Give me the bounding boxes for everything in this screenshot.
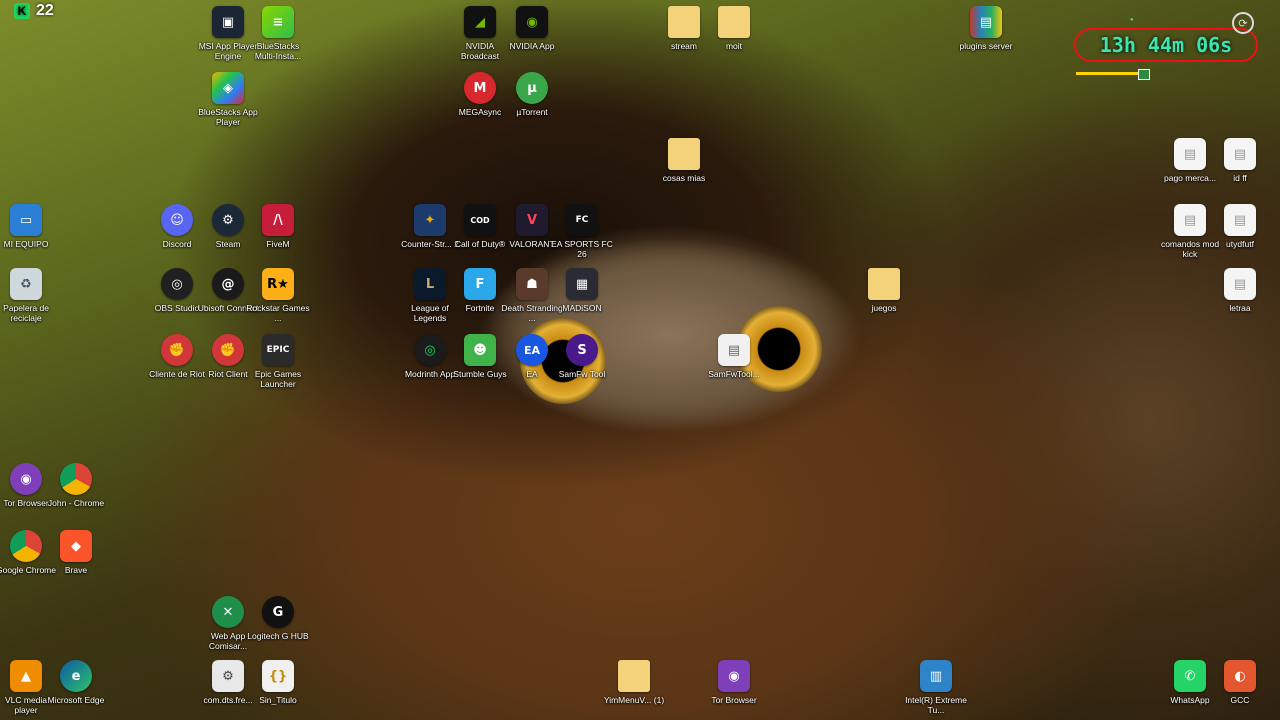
computer-icon: ▭ bbox=[10, 204, 42, 236]
folder-icon bbox=[718, 6, 750, 38]
desktop-icon-utydfutf[interactable]: ▤ utydfutf bbox=[1208, 204, 1272, 249]
fivem-icon: /\ bbox=[262, 204, 294, 236]
gear-file-icon: ⚙ bbox=[212, 660, 244, 692]
madison-icon: ▦ bbox=[566, 268, 598, 300]
edge-icon: e bbox=[60, 660, 92, 692]
text-file-icon: ▤ bbox=[1224, 138, 1256, 170]
xbox-icon: ✕ bbox=[212, 596, 244, 628]
desktop-icon-samfwtool[interactable]: ▤ SamFwTool... bbox=[702, 334, 766, 379]
desktop-icon-fc26[interactable]: FC EA SPORTS FC 26 bbox=[550, 204, 614, 259]
desktop-icon-bluestacks-app[interactable]: ◈ BlueStacks App Player bbox=[196, 72, 260, 127]
counter-overlay: K 22 bbox=[14, 2, 54, 20]
call-of-duty-icon: COD bbox=[464, 204, 496, 236]
text-file-icon: ▤ bbox=[1224, 268, 1256, 300]
death-stranding-icon: ☗ bbox=[516, 268, 548, 300]
fc26-icon: FC bbox=[566, 204, 598, 236]
timer-bar-icon bbox=[1138, 69, 1150, 80]
desktop-icon-logitech[interactable]: G Logitech G HUB bbox=[246, 596, 310, 641]
nvidia-broadcast-icon: ◢ bbox=[464, 6, 496, 38]
desktop-icon-juegos[interactable]: juegos bbox=[852, 268, 916, 313]
overlay-settings-icon[interactable]: ⟳ bbox=[1232, 12, 1254, 34]
epic-games-icon: EPIC bbox=[262, 334, 294, 366]
msi-gamepad-icon: ▣ bbox=[212, 6, 244, 38]
discord-icon: ☺ bbox=[161, 204, 193, 236]
timer-status-dot: ● bbox=[1130, 17, 1134, 23]
desktop-icon-fivem[interactable]: /\ FiveM bbox=[246, 204, 310, 249]
tor-icon: ◉ bbox=[718, 660, 750, 692]
counter-value: 22 bbox=[36, 2, 54, 19]
desktop-icon-brave[interactable]: ◆ Brave bbox=[44, 530, 108, 575]
zip-folder-icon bbox=[618, 660, 650, 692]
desktop-icon-john-chrome[interactable]: John - Chrome bbox=[44, 463, 108, 508]
desktop-icon-edge[interactable]: e Microsoft Edge bbox=[44, 660, 108, 705]
winrar-icon: ▤ bbox=[970, 6, 1002, 38]
utorrent-icon: µ bbox=[516, 72, 548, 104]
text-file-icon: ▤ bbox=[1174, 204, 1206, 236]
ubisoft-swirl-icon: @ bbox=[212, 268, 244, 300]
chrome-icon bbox=[10, 530, 42, 562]
ea-icon: EA bbox=[516, 334, 548, 366]
stumble-guys-icon: ☻ bbox=[464, 334, 496, 366]
folder-icon bbox=[668, 6, 700, 38]
mega-icon: M bbox=[464, 72, 496, 104]
bluestacks-multi-icon: ≡ bbox=[262, 6, 294, 38]
desktop-icon-samfw[interactable]: S SamFw Tool bbox=[550, 334, 614, 379]
logitech-g-icon: G bbox=[262, 596, 294, 628]
modrinth-icon: ◎ bbox=[414, 334, 446, 366]
tor-icon: ◉ bbox=[10, 463, 42, 495]
vlc-cone-icon: ▲ bbox=[10, 660, 42, 692]
desktop-icon-plugins-server[interactable]: ▤ plugins server bbox=[954, 6, 1018, 51]
samfw-icon: S bbox=[566, 334, 598, 366]
desktop-icon-epic[interactable]: EPIC Epic Games Launcher bbox=[246, 334, 310, 389]
session-timer: 13h 44m 06s bbox=[1074, 28, 1258, 62]
desktop-icon-letraa[interactable]: ▤ letraa bbox=[1208, 268, 1272, 313]
league-icon: L bbox=[414, 268, 446, 300]
riot-fist-icon: ✊ bbox=[161, 334, 193, 366]
recycle-bin-icon: ♻ bbox=[10, 268, 42, 300]
folder-icon bbox=[868, 268, 900, 300]
nvidia-eye-icon: ◉ bbox=[516, 6, 548, 38]
desktop-icon-mi-equipo[interactable]: ▭ MI EQUIPO bbox=[0, 204, 58, 249]
bluestacks-icon: ◈ bbox=[212, 72, 244, 104]
whatsapp-icon: ✆ bbox=[1174, 660, 1206, 692]
intel-icon: ▥ bbox=[920, 660, 952, 692]
obs-icon: ◎ bbox=[161, 268, 193, 300]
steam-icon: ⚙ bbox=[212, 204, 244, 236]
text-file-icon: ▤ bbox=[1224, 204, 1256, 236]
desktop-icon-yimmenu[interactable]: YimMenuV... (1) bbox=[602, 660, 666, 705]
desktop-icon-rockstar[interactable]: R★ Rockstar Games ... bbox=[246, 268, 310, 323]
counter-strike-icon: ✦ bbox=[414, 204, 446, 236]
desktop-icon-intel[interactable]: ▥ Intel(R) Extreme Tu... bbox=[904, 660, 968, 715]
desktop-icon-sin-titulo[interactable]: {} Sin_Titulo bbox=[246, 660, 310, 705]
file-icon: ▤ bbox=[718, 334, 750, 366]
kick-icon: K bbox=[14, 3, 30, 19]
folder-icon bbox=[668, 138, 700, 170]
valorant-icon: V bbox=[516, 204, 548, 236]
desktop-icon-id-ff[interactable]: ▤ id ff bbox=[1208, 138, 1272, 183]
gcc-icon: ◐ bbox=[1224, 660, 1256, 692]
desktop-icon-gcc[interactable]: ◐ GCC bbox=[1208, 660, 1272, 705]
chrome-icon bbox=[60, 463, 92, 495]
desktop-icon-madison[interactable]: ▦ MADiSON bbox=[550, 268, 614, 313]
rockstar-icon: R★ bbox=[262, 268, 294, 300]
brave-lion-icon: ◆ bbox=[60, 530, 92, 562]
riot-fist-icon: ✊ bbox=[212, 334, 244, 366]
code-file-icon: {} bbox=[262, 660, 294, 692]
desktop-icon-utorrent[interactable]: µ µTorrent bbox=[500, 72, 564, 117]
desktop-icon-bluestacks-multi[interactable]: ≡ BlueStacks Multi-Insta... bbox=[246, 6, 310, 61]
desktop-icon-moit[interactable]: moit bbox=[702, 6, 766, 51]
desktop-icon-nvidia-app[interactable]: ◉ NVIDIA App bbox=[500, 6, 564, 51]
desktop-icon-cosas-mias[interactable]: cosas mias bbox=[652, 138, 716, 183]
desktop-icon-tor-browser-bottom[interactable]: ◉ Tor Browser bbox=[702, 660, 766, 705]
desktop-icon-papelera[interactable]: ♻ Papelera de reciclaje bbox=[0, 268, 58, 323]
fortnite-icon: F bbox=[464, 268, 496, 300]
text-file-icon: ▤ bbox=[1174, 138, 1206, 170]
